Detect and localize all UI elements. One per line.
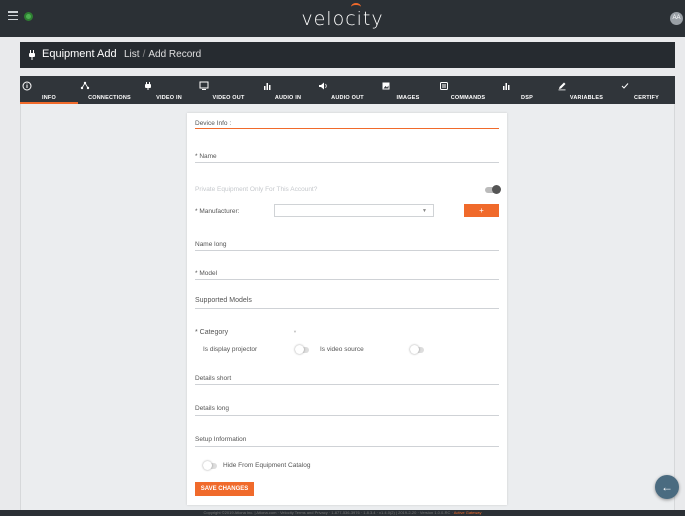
tab-label: AUDIO OUT (331, 95, 364, 101)
add-manufacturer-button[interactable]: + (464, 204, 499, 217)
details-long-field[interactable]: Details long (195, 405, 499, 416)
manufacturer-label: * Manufacturer: (195, 208, 240, 215)
tab-certify[interactable]: CERTIFY (618, 76, 675, 104)
tab-video-in[interactable]: VIDEO IN (141, 76, 197, 104)
supported-models-field[interactable]: Supported Models (195, 297, 499, 309)
pencil-icon (558, 82, 566, 91)
private-equipment-label: Private Equipment Only For This Account? (195, 186, 318, 193)
monitor-icon (199, 81, 209, 90)
tab-label: VIDEO IN (156, 95, 182, 101)
tab-info[interactable]: INFO (20, 76, 78, 104)
tab-label: DSP (521, 95, 533, 101)
tab-label: CERTIFY (634, 95, 659, 101)
info-icon (22, 81, 32, 91)
device-info-heading: Device Info : (195, 120, 499, 129)
tab-label: VARIABLES (569, 95, 604, 101)
tab-label: COMMANDS (450, 95, 486, 101)
model-field[interactable]: * Model (195, 270, 499, 280)
hide-catalog-toggle[interactable] (203, 461, 217, 470)
tab-label: VIDEO OUT (212, 95, 245, 101)
footer-accent-link[interactable]: Active Gateway (454, 510, 482, 515)
tab-audio-in[interactable]: AUDIO IN (260, 76, 316, 104)
page-header: Equipment Add List / Add Record (20, 42, 675, 68)
tab-variables[interactable]: VARIABLES (555, 76, 618, 104)
is-video-source-label: Is video source (320, 346, 364, 353)
breadcrumb-separator: / (142, 49, 146, 60)
brand-logo: velocity (301, 8, 384, 30)
details-short-field[interactable]: Details short (195, 375, 499, 385)
commands-icon (440, 82, 448, 90)
tab-connections[interactable]: CONNECTIONS (78, 76, 141, 104)
speaker-icon (319, 82, 327, 90)
private-equipment-toggle[interactable] (485, 185, 501, 194)
tab-audio-out[interactable]: AUDIO OUT (316, 76, 379, 104)
breadcrumb-current: Add Record (148, 49, 202, 60)
is-display-projector-toggle[interactable] (295, 345, 309, 354)
tab-label: INFO (42, 95, 56, 101)
category-label: * Category (195, 329, 229, 336)
check-icon (621, 83, 629, 89)
breadcrumb: List / Add Record (124, 49, 201, 60)
hide-catalog-label: Hide From Equipment Catalog (223, 462, 311, 469)
arrow-left-icon: ← (661, 480, 673, 494)
plug-icon (145, 82, 151, 90)
caret-down-icon: ▼ (293, 329, 297, 334)
bars-icon (264, 83, 271, 90)
breadcrumb-list-link[interactable]: List (124, 49, 140, 60)
tab-commands[interactable]: COMMANDS (437, 76, 499, 104)
setup-information-field[interactable]: Setup Information (195, 436, 499, 447)
footer-text: Copyright ©2019 Atlona Inc. | Atlona.com… (203, 510, 454, 515)
tab-label: IMAGES (396, 95, 420, 101)
bars-icon (503, 83, 510, 90)
tab-label: AUDIO IN (274, 95, 302, 101)
back-button[interactable]: ← (655, 475, 679, 499)
tab-images[interactable]: IMAGES (379, 76, 437, 104)
name-field[interactable]: * Name (195, 153, 499, 163)
tab-bar: INFO CONNECTIONS VIDEO IN VIDEO OUT AUDI… (20, 76, 675, 104)
category-select[interactable]: * Category ▼ (195, 329, 297, 336)
avatar[interactable]: AA (670, 12, 683, 25)
tab-label: CONNECTIONS (88, 95, 131, 101)
plug-icon (29, 50, 35, 60)
name-long-field[interactable]: Name long (195, 241, 499, 251)
equipment-form: Device Info : * Name Private Equipment O… (187, 113, 507, 505)
save-changes-button[interactable]: SAVE CHANGES (195, 482, 254, 496)
footer: Copyright ©2019 Atlona Inc. | Atlona.com… (0, 510, 685, 516)
caret-down-icon: ▼ (422, 208, 427, 214)
image-icon (382, 82, 390, 90)
is-video-source-toggle[interactable] (410, 345, 424, 354)
manufacturer-select[interactable]: ▼ (274, 204, 434, 217)
is-display-projector-label: Is display projector (203, 346, 258, 353)
tab-dsp[interactable]: DSP (499, 76, 555, 104)
top-navbar: velocity AA (0, 0, 685, 37)
tab-video-out[interactable]: VIDEO OUT (197, 76, 260, 104)
brand-mark-icon (351, 3, 361, 11)
connections-icon (80, 81, 90, 90)
page-title: Equipment Add (42, 48, 117, 60)
